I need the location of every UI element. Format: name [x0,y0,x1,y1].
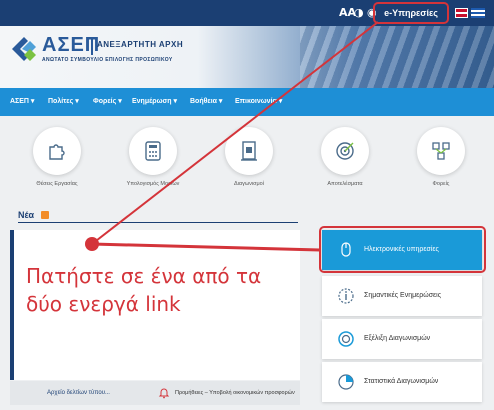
nav-item-bodies[interactable]: Φορείς ▾ [93,97,122,105]
puzzle-icon [49,144,65,160]
asep-logo-icon[interactable] [10,35,38,63]
contrast-icon[interactable]: ◑ [354,6,364,19]
quick-link-bodies[interactable]: Φορείς [396,127,486,199]
quick-link-circle[interactable] [225,127,273,175]
rss-icon[interactable] [41,211,49,219]
pie-chart-icon [338,374,354,390]
annotation-line-1: Πατήστε σε ένα από τα [26,264,262,288]
uk-flag-icon[interactable] [455,8,468,18]
bell-icon [158,388,170,399]
progress-icon [338,331,354,347]
quick-link-circle[interactable] [417,127,465,175]
logo-fullname: ΑΝΩΤΑΤΟ ΣΥΜΒΟΥΛΙΟ ΕΠΙΛΟΓΗΣ ΠΡΟΣΩΠΙΚΟΥ [42,57,173,63]
language-flags [455,8,485,18]
network-icon [432,142,450,160]
news-tab-strip: Αρχείο δελτίων τύπου... Προμήθειες – Υπο… [10,381,300,405]
important-updates-card[interactable]: Σημαντικές Ενημερώσεις [322,276,482,316]
nav-item-news[interactable]: Ενημέρωση ▾ [132,97,177,105]
nav-item-asep[interactable]: ΑΣΕΠ ▾ [10,97,34,105]
site-header: ΑΣΕΠ ΑΝΕΞΑΡΤΗΤΗ ΑΡΧΗ ΑΝΩΤΑΤΟ ΣΥΜΒΟΥΛΙΟ Ε… [0,26,494,88]
news-divider [18,222,298,223]
nav-item-help[interactable]: Βοήθεια ▾ [190,97,222,105]
quick-links-row: Θέσεις Εργασίας Υπολογισμός Μορίων Διαγω… [12,119,482,199]
quick-link-calculator[interactable]: Υπολογισμός Μορίων [108,127,198,199]
quick-link-competitions[interactable]: Διαγωνισμοί [204,127,294,199]
press-archive-tab[interactable]: Αρχείο δελτίων τύπου... [10,381,147,405]
logo-divider [91,37,93,55]
nav-item-contact[interactable]: Επικοινωνία ▾ [235,97,282,105]
procurement-tab[interactable]: Προμήθειες – Υποβολή οικονομικών προσφορ… [175,381,300,405]
quick-link-jobs[interactable]: Θέσεις Εργασίας [12,127,102,199]
news-heading[interactable]: Νέα [18,210,34,220]
card-label: Στατιστικά Διαγωνισμών [364,378,439,385]
quick-link-label: Υπολογισμός Μορίων [126,181,180,187]
card-label: Σημαντικές Ενημερώσεις [364,292,442,299]
nav-item-citizens[interactable]: Πολίτες ▾ [48,97,79,105]
main-nav: ΑΣΕΠ ▾ Πολίτες ▾ Φορείς ▾ Ενημέρωση ▾ Βο… [0,88,494,116]
quick-link-label: Θέσεις Εργασίας [36,181,78,187]
annotation-line-2: δύο ενεργά link [26,292,181,316]
quick-link-label: Διαγωνισμοί [234,181,264,187]
quick-link-label: Φορείς [432,181,450,187]
document-icon [241,141,257,161]
highlight-box-eservices [373,2,449,24]
quick-link-circle[interactable] [33,127,81,175]
annotation-text: Πατήστε σε ένα από τα δύο ενεργά link [26,262,306,318]
quick-link-label: Αποτελέσματα [327,181,363,187]
info-icon [338,288,354,304]
target-icon [336,142,354,160]
card-label: Εξέλιξη Διαγωνισμών [364,335,431,342]
quick-link-circle[interactable] [129,127,177,175]
quick-link-circle[interactable] [321,127,369,175]
header-building-image [300,26,494,88]
competition-stats-card[interactable]: Στατιστικά Διαγωνισμών [322,362,482,402]
highlight-box-eservices-card [319,226,486,273]
logo-subtitle: ΑΝΕΞΑΡΤΗΤΗ ΑΡΧΗ [97,40,184,49]
calculator-icon [145,141,161,161]
competition-progress-card[interactable]: Εξέλιξη Διαγωνισμών [322,319,482,359]
quick-link-results[interactable]: Αποτελέσματα [300,127,390,199]
greek-flag-icon[interactable] [471,8,485,18]
